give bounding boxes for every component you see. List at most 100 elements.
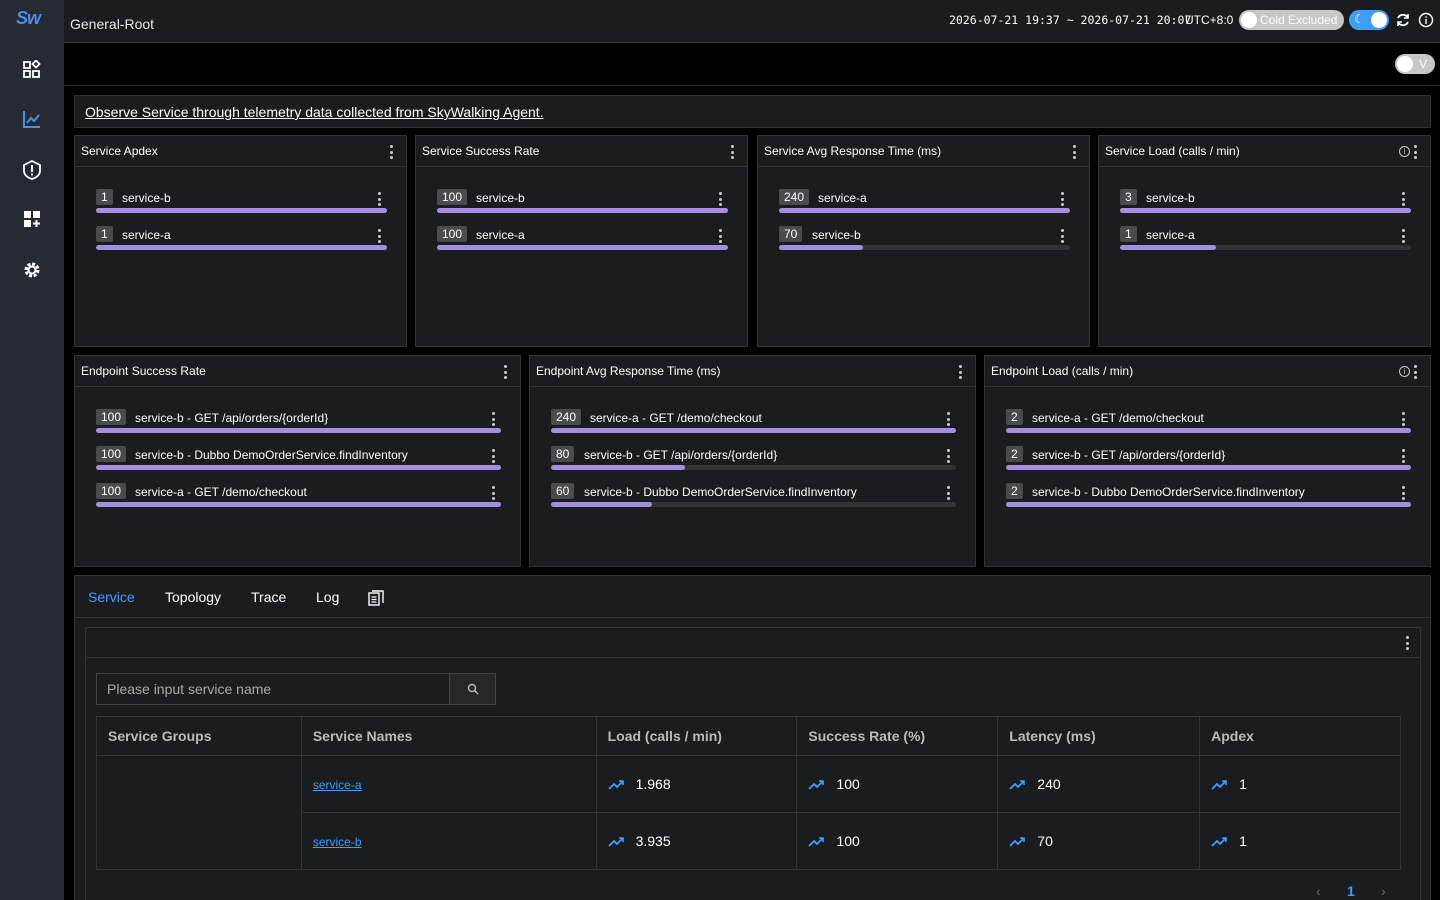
service-link[interactable]: service-a [313, 778, 362, 792]
item-menu-icon[interactable] [1058, 192, 1066, 206]
item-name: service-a - GET /demo/checkout [1032, 411, 1204, 425]
metric-cell[interactable]: 70 [997, 812, 1201, 870]
prev-page-icon[interactable]: ‹ [1316, 883, 1321, 899]
item-menu-icon[interactable] [1399, 229, 1407, 243]
dashboard-chart-icon[interactable] [21, 108, 43, 130]
next-page-icon[interactable]: › [1381, 883, 1386, 899]
metric-cell[interactable]: 100 [796, 812, 999, 870]
item-menu-icon[interactable] [1399, 192, 1407, 206]
app: Sw General-Root 2026-07-21 19:37 ~ 2026-… [0, 0, 1440, 900]
column-header[interactable]: Service Names [300, 716, 597, 756]
progress-fill [96, 465, 501, 470]
widget-title: Service Load (calls / min) [1105, 144, 1240, 158]
metric-value: 100 [836, 833, 860, 849]
widget-menu-icon[interactable] [1411, 145, 1419, 159]
skywalking-logo[interactable]: Sw [16, 8, 50, 34]
refresh-icon[interactable] [1395, 12, 1411, 28]
service-list-widget: Service Groups Service Names Load (calls… [85, 627, 1421, 900]
toggle-knob [1397, 56, 1413, 72]
widget-header: Service Success Rate [416, 136, 747, 167]
settings-gear-icon[interactable] [21, 259, 43, 281]
list-item: 100 service-b - Dubbo DemoOrderService.fi… [96, 445, 501, 475]
value-badge: 3 [1120, 189, 1137, 205]
column-header[interactable]: Success Rate (%) [796, 716, 999, 756]
widget-menu-icon[interactable] [1403, 636, 1411, 650]
item-menu-icon[interactable] [1399, 449, 1407, 463]
theme-toggle[interactable]: ☾ [1349, 10, 1389, 30]
service-search-input[interactable] [96, 673, 450, 705]
item-menu-icon[interactable] [375, 192, 383, 206]
tab-service[interactable]: Service [88, 589, 135, 605]
widget-title: Endpoint Avg Response Time (ms) [536, 364, 721, 378]
progress-fill [779, 208, 1070, 213]
trend-icon [808, 833, 836, 849]
item-menu-icon[interactable] [944, 449, 952, 463]
column-header[interactable]: Latency (ms) [997, 716, 1201, 756]
item-menu-icon[interactable] [1399, 412, 1407, 426]
search-button[interactable] [449, 673, 496, 705]
metric-cell[interactable]: 240 [997, 755, 1201, 813]
metric-cell[interactable]: 1 [1199, 755, 1401, 813]
value-badge: 100 [96, 483, 127, 499]
item-menu-icon[interactable] [1399, 486, 1407, 500]
copy-icon[interactable] [368, 590, 384, 611]
widget-header: Service Avg Response Time (ms) [758, 136, 1089, 167]
cold-stage-toggle[interactable]: Cold Excluded [1239, 10, 1344, 30]
alarm-icon[interactable] [21, 159, 43, 181]
service-table: Service Groups Service Names Load (calls… [96, 716, 1401, 870]
item-menu-icon[interactable] [489, 449, 497, 463]
tab-trace[interactable]: Trace [251, 589, 286, 605]
item-menu-icon[interactable] [489, 412, 497, 426]
info-icon[interactable]: i [1399, 366, 1410, 377]
widget-menu-icon[interactable] [387, 145, 395, 159]
column-header[interactable]: Load (calls / min) [595, 716, 798, 756]
current-page[interactable]: 1 [1347, 883, 1355, 899]
metric-cell[interactable]: 1.968 [595, 755, 798, 813]
item-menu-icon[interactable] [716, 192, 724, 206]
tab-log[interactable]: Log [316, 589, 339, 605]
widget-menu-icon[interactable] [728, 145, 736, 159]
progress-track [1006, 502, 1411, 507]
widget-title: Endpoint Success Rate [81, 364, 206, 378]
item-menu-icon[interactable] [944, 412, 952, 426]
widget-menu-icon[interactable] [501, 365, 509, 379]
marketplace-icon[interactable] [21, 59, 43, 81]
widget-menu-icon[interactable] [1070, 145, 1078, 159]
progress-track [551, 428, 956, 433]
time-range[interactable]: 2026-07-21 19:37 ~ 2026-07-21 20:07 [949, 13, 1191, 27]
list-item: 240 service-a [779, 188, 1070, 218]
item-menu-icon[interactable] [716, 229, 724, 243]
value-badge: 80 [551, 446, 575, 462]
metric-cell[interactable]: 100 [796, 755, 999, 813]
value-badge: 100 [96, 409, 127, 425]
edit-mode-toggle[interactable]: V [1395, 54, 1435, 74]
item-menu-icon[interactable] [375, 229, 383, 243]
list-item: 80 service-b - GET /api/orders/{orderId} [551, 445, 956, 475]
widget-menu-icon[interactable] [956, 365, 964, 379]
progress-fill [96, 208, 387, 213]
value-badge: 100 [437, 226, 468, 242]
tab-topology[interactable]: Topology [165, 589, 221, 605]
item-menu-icon[interactable] [1058, 229, 1066, 243]
metric-cell[interactable]: 1 [1199, 812, 1401, 870]
item-name: service-b - GET /api/orders/{orderId} [584, 448, 778, 462]
column-header[interactable]: Service Groups [96, 716, 302, 756]
info-icon[interactable]: i [1399, 146, 1410, 157]
info-icon[interactable] [1418, 12, 1434, 28]
metric-widget: Service Load (calls / min) i 3 service-b 1 se… [1098, 135, 1431, 347]
metric-cell[interactable]: 3.935 [595, 812, 798, 870]
custom-dashboard-icon[interactable] [21, 208, 43, 230]
value-badge: 100 [437, 189, 468, 205]
widget-title: Service Apdex [81, 144, 158, 158]
item-menu-icon[interactable] [489, 486, 497, 500]
item-menu-icon[interactable] [944, 486, 952, 500]
column-header[interactable]: Apdex [1199, 716, 1401, 756]
item-name: service-a - GET /demo/checkout [135, 485, 307, 499]
description-link[interactable]: Observe Service through telemetry data c… [85, 104, 544, 120]
widget-menu-icon[interactable] [1411, 365, 1419, 379]
value-badge: 2 [1006, 409, 1023, 425]
progress-track [96, 428, 501, 433]
value-badge: 60 [551, 483, 575, 499]
service-link[interactable]: service-b [313, 835, 362, 849]
toggle-knob [1241, 12, 1257, 28]
